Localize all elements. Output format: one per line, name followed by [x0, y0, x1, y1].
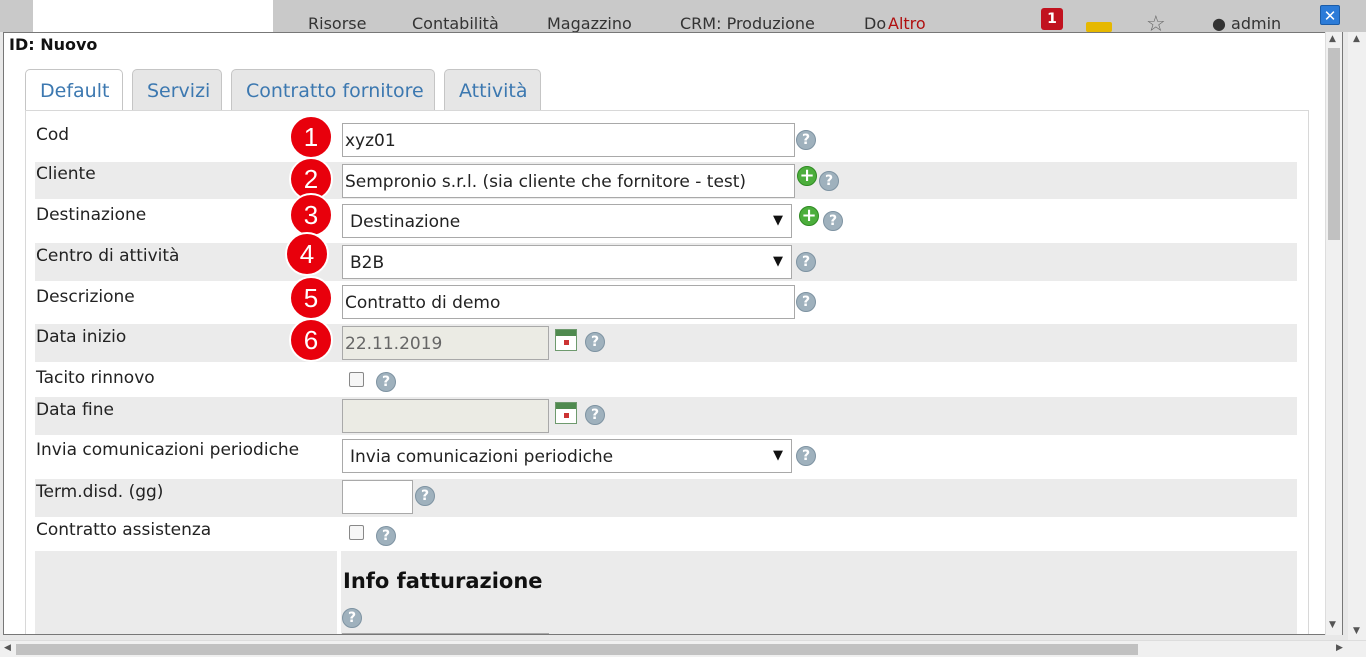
cod-input[interactable]: xyz01	[342, 123, 795, 157]
invia-comunicazioni-help-icon[interactable]: ?	[796, 446, 816, 466]
contratto-assistenza-checkbox[interactable]	[349, 525, 364, 540]
centro-attivita-value: B2B	[350, 253, 385, 273]
tacito-rinnovo-help-icon[interactable]: ?	[376, 372, 396, 392]
folder-icon[interactable]	[1086, 22, 1112, 32]
dialog-title: ID: Nuovo	[9, 35, 98, 54]
chevron-down-icon: ▼	[773, 448, 783, 463]
close-icon[interactable]: ✕	[1320, 5, 1340, 25]
row-data-fine: Data fine	[35, 397, 1297, 435]
data-inizio-input[interactable]: 22.11.2019	[342, 326, 549, 360]
marker-1: 1	[289, 115, 333, 159]
horizontal-scroll-thumb[interactable]	[16, 644, 1138, 655]
destinazione-value: Destinazione	[350, 212, 461, 232]
calendar-icon[interactable]	[555, 402, 577, 424]
term-disd-label: Term.disd. (gg)	[36, 482, 164, 502]
info-fatturazione-help-icon[interactable]: ?	[342, 608, 362, 628]
row-term-disd: Term.disd. (gg)	[35, 479, 1297, 517]
logo-area	[33, 0, 273, 32]
cod-label: Cod	[36, 125, 70, 145]
contratto-assistenza-help-icon[interactable]: ?	[376, 526, 396, 546]
invia-comunicazioni-label: Invia comunicazioni periodiche	[36, 440, 300, 460]
marker-4: 4	[285, 232, 329, 276]
invia-comunicazioni-value: Invia comunicazioni periodiche	[350, 447, 614, 467]
tab-attivita[interactable]: Attività	[444, 69, 541, 111]
tacito-rinnovo-checkbox[interactable]	[349, 372, 364, 387]
descrizione-input[interactable]: Contratto di demo	[342, 285, 795, 319]
data-fine-label: Data fine	[36, 400, 114, 420]
dialog-vertical-scrollbar[interactable]: ▲ ▼	[1325, 32, 1342, 635]
chevron-down-icon: ▼	[773, 213, 783, 228]
app-navbar: Risorse Contabilità Magazzino CRM: Produ…	[0, 0, 1366, 37]
data-inizio-help-icon[interactable]: ?	[585, 332, 605, 352]
marker-5: 5	[289, 276, 333, 320]
info-fatturazione-title: Info fatturazione	[343, 569, 543, 593]
term-disd-help-icon[interactable]: ?	[415, 486, 435, 506]
row-contratto-assistenza: Contratto assistenza	[35, 518, 1297, 550]
tab-servizi[interactable]: Servizi	[132, 69, 222, 111]
cod-help-icon[interactable]: ?	[796, 130, 816, 150]
cliente-help-icon[interactable]: ?	[819, 171, 839, 191]
data-fine-help-icon[interactable]: ?	[585, 405, 605, 425]
marker-3: 3	[289, 193, 333, 237]
cliente-input[interactable]: Sempronio s.r.l. (sia cliente che fornit…	[342, 164, 795, 198]
info-fatturazione-section	[341, 551, 1297, 634]
tab-default[interactable]: Default	[25, 69, 123, 112]
descrizione-help-icon[interactable]: ?	[796, 292, 816, 312]
calendar-icon[interactable]	[555, 329, 577, 351]
add-cliente-icon[interactable]: +	[797, 166, 817, 186]
tab-contratto-fornitore[interactable]: Contratto fornitore	[231, 69, 435, 111]
user-name: admin	[1231, 14, 1282, 33]
scroll-thumb[interactable]	[1328, 48, 1340, 240]
edit-dialog: ID: Nuovo Default Servizi Contratto forn…	[3, 32, 1343, 635]
nav-item-crm-produzione[interactable]: CRM: Produzione	[680, 14, 815, 33]
centro-attivita-help-icon[interactable]: ?	[796, 252, 816, 272]
contratto-assistenza-label: Contratto assistenza	[36, 520, 212, 540]
nav-item-do[interactable]: Do	[864, 14, 886, 33]
row-data-inizio: Data inizio	[35, 324, 1297, 362]
destinazione-select[interactable]: Destinazione ▼	[342, 204, 792, 238]
cliente-label: Cliente	[36, 164, 96, 184]
nav-item-magazzino[interactable]: Magazzino	[547, 14, 632, 33]
info-fatturazione-field[interactable]	[342, 633, 549, 634]
centro-attivita-select[interactable]: B2B ▼	[342, 245, 792, 279]
nav-item-altro[interactable]: Altro	[888, 14, 926, 33]
page-scroll-down-icon[interactable]: ▼	[1353, 626, 1360, 636]
row-tacito-rinnovo: Tacito rinnovo	[35, 364, 1297, 396]
page-scroll-up-icon[interactable]: ▲	[1353, 34, 1360, 44]
centro-attivita-label: Centro di attività	[36, 246, 180, 266]
chevron-down-icon: ▼	[773, 254, 783, 269]
marker-6: 6	[289, 318, 333, 362]
data-fine-input[interactable]	[342, 399, 549, 433]
nav-item-contabilita[interactable]: Contabilità	[412, 14, 499, 33]
info-fatturazione-label-cell	[35, 551, 337, 634]
add-destinazione-icon[interactable]: +	[799, 206, 819, 226]
page-horizontal-scrollbar[interactable]: ◀ ▶	[0, 640, 1366, 657]
scroll-left-icon[interactable]: ◀	[4, 643, 11, 653]
term-disd-input[interactable]	[342, 480, 413, 514]
scroll-right-icon[interactable]: ▶	[1336, 643, 1343, 653]
scroll-down-icon[interactable]: ▼	[1329, 620, 1336, 630]
invia-comunicazioni-select[interactable]: Invia comunicazioni periodiche ▼	[342, 439, 792, 473]
destinazione-help-icon[interactable]: ?	[823, 211, 843, 231]
descrizione-label: Descrizione	[36, 287, 135, 307]
data-inizio-label: Data inizio	[36, 327, 127, 347]
nav-item-risorse[interactable]: Risorse	[308, 14, 366, 33]
scroll-up-icon[interactable]: ▲	[1329, 34, 1336, 44]
notification-badge[interactable]: 1	[1041, 8, 1063, 30]
user-menu[interactable]: ● admin	[1212, 14, 1281, 33]
destinazione-label: Destinazione	[36, 205, 147, 225]
page-vertical-scrollbar[interactable]: ▲ ▼	[1348, 32, 1366, 640]
tacito-rinnovo-label: Tacito rinnovo	[36, 368, 155, 388]
